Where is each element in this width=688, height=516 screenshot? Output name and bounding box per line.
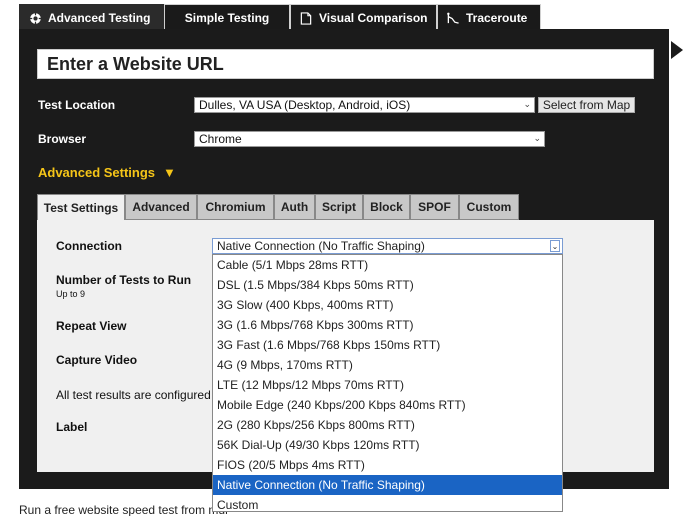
connection-option[interactable]: 3G Slow (400 Kbps, 400ms RTT) [213,295,562,315]
tab-label: Simple Testing [184,11,270,25]
connection-option[interactable]: 3G Fast (1.6 Mbps/768 Kbps 150ms RTT) [213,335,562,355]
select-from-map-button[interactable]: Select from Map [538,97,635,113]
browser-select[interactable]: Chrome ⌄ [194,131,545,147]
tab-advanced-testing[interactable]: Advanced Testing [19,4,164,31]
tab-script[interactable]: Script [315,194,363,220]
connection-option[interactable]: DSL (1.5 Mbps/384 Kbps 50ms RTT) [213,275,562,295]
tab-test-settings[interactable]: Test Settings [37,194,125,221]
connection-label: Connection [56,239,122,253]
tab-chromium[interactable]: Chromium [197,194,274,220]
connection-value: Native Connection (No Traffic Shaping) [217,239,425,253]
tab-visual-comparison[interactable]: Visual Comparison [290,4,437,31]
connection-option[interactable]: 2G (280 Kbps/256 Kbps 800ms RTT) [213,415,562,435]
connection-option[interactable]: 4G (9 Mbps, 170ms RTT) [213,355,562,375]
top-tab-bar: Advanced Testing Simple Testing Visual C… [19,4,541,31]
tab-spof[interactable]: SPOF [410,194,459,220]
tab-advanced[interactable]: Advanced [125,194,197,220]
tab-simple-testing[interactable]: Simple Testing [164,4,290,31]
tab-traceroute[interactable]: Traceroute [437,4,541,31]
tab-block[interactable]: Block [363,194,410,220]
advanced-settings-label: Advanced Settings [38,165,156,180]
tab-label: Traceroute [466,11,528,25]
test-location-label: Test Location [38,98,116,112]
gear-icon [28,11,42,25]
repeat-view-label: Repeat View [56,319,127,333]
url-input[interactable]: Enter a Website URL [37,49,654,79]
tab-label: Advanced Testing [48,11,151,25]
tab-auth[interactable]: Auth [274,194,315,220]
tab-label: Visual Comparison [319,11,428,25]
connection-option[interactable]: 56K Dial-Up (49/30 Kbps 120ms RTT) [213,435,562,455]
chevron-down-icon: ⌄ [523,99,531,109]
connection-dropdown-list: Cable (5/1 Mbps 28ms RTT) DSL (1.5 Mbps/… [212,254,563,512]
document-icon [299,11,313,25]
test-location-select[interactable]: Dulles, VA USA (Desktop, Android, iOS) ⌄ [194,97,535,113]
browser-label: Browser [38,132,87,146]
test-location-value: Dulles, VA USA (Desktop, Android, iOS) [199,98,411,112]
settings-tab-bar: Test Settings Advanced Chromium Auth Scr… [37,194,519,221]
connection-option[interactable]: 3G (1.6 Mbps/768 Kbps 300ms RTT) [213,315,562,335]
route-icon [446,11,460,25]
chevron-down-icon: ⌄ [550,240,560,252]
footer-description: Run a free website speed test from mul [19,503,228,516]
tab-custom[interactable]: Custom [459,194,519,220]
connection-option[interactable]: Custom [213,495,562,515]
connection-option[interactable]: FIOS (20/5 Mbps 4ms RTT) [213,455,562,475]
label-field-label: Label [56,420,88,434]
connection-select[interactable]: Native Connection (No Traffic Shaping) ⌄ [212,238,563,254]
tests-count-hint: Up to 9 [56,289,86,299]
connection-option[interactable]: Cable (5/1 Mbps 28ms RTT) [213,255,562,275]
tests-count-label: Number of Tests to Run [56,273,192,287]
connection-option-selected[interactable]: Native Connection (No Traffic Shaping) [213,475,562,495]
url-placeholder: Enter a Website URL [47,53,224,74]
browser-value: Chrome [199,132,242,146]
side-arrow-icon [671,41,683,59]
triangle-down-icon: ▼ [163,165,176,180]
advanced-settings-toggle[interactable]: Advanced Settings ▼ [38,165,176,180]
results-config-text: All test results are configured to [56,388,212,402]
connection-option[interactable]: Mobile Edge (240 Kbps/200 Kbps 840ms RTT… [213,395,562,415]
capture-video-label: Capture Video [56,353,138,367]
chevron-down-icon: ⌄ [533,133,541,143]
connection-option[interactable]: LTE (12 Mbps/12 Mbps 70ms RTT) [213,375,562,395]
